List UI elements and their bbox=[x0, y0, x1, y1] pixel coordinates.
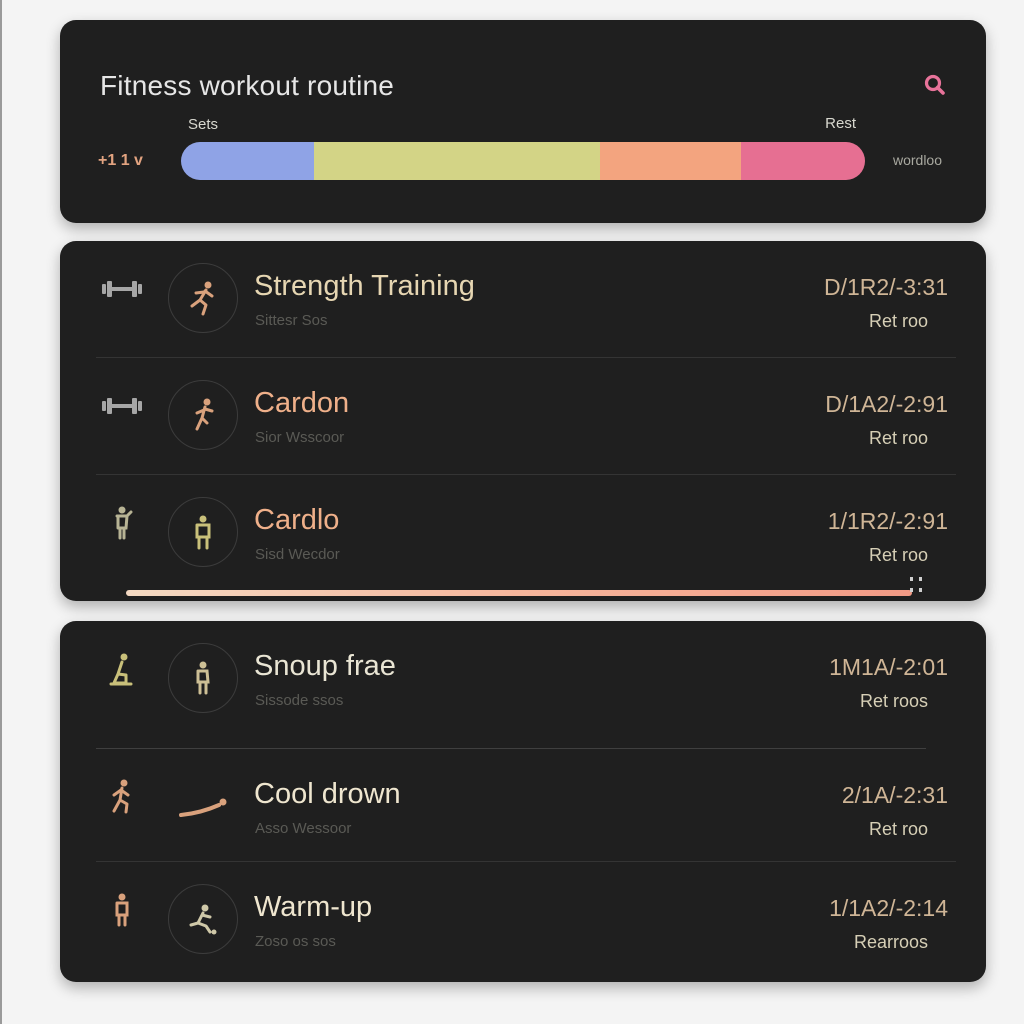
standing-figure-icon bbox=[196, 661, 210, 695]
workout-row-cardon[interactable]: Cardon Sior Wsscoor D/1A2/-2:91 Ret roo bbox=[60, 358, 986, 474]
exercise-time: 2/1A/-2:31 bbox=[841, 782, 948, 808]
exercise-avatar bbox=[168, 643, 238, 713]
squat-figure-icon bbox=[109, 653, 133, 686]
progress-segment-3 bbox=[600, 142, 741, 180]
running-figure-icon bbox=[195, 398, 214, 431]
exercise-avatar bbox=[168, 497, 238, 567]
exercise-rest: Ret roo bbox=[868, 311, 928, 331]
exercise-name: Warm-up bbox=[254, 891, 373, 923]
exercise-time: 1M1A/-2:01 bbox=[829, 654, 948, 680]
page-title: Fitness workout routine bbox=[100, 70, 395, 101]
workout-row-warm-up[interactable]: Warm-up Zoso os sos 1/1A2/-2:14 Rearroos bbox=[60, 862, 986, 978]
standing-figure-icon bbox=[115, 893, 129, 927]
bar-left-indicator: +1 1 v bbox=[98, 152, 143, 169]
exercise-rest: Ret roo bbox=[868, 545, 928, 565]
exercise-rest: Rearroos bbox=[853, 932, 928, 952]
search-icon[interactable] bbox=[922, 72, 948, 98]
exercise-rest: Ret roo bbox=[868, 819, 928, 839]
running-figure-icon bbox=[190, 281, 214, 316]
exercise-rest: Ret roos bbox=[859, 691, 928, 711]
workout-list-card-1: Strength Training Sittesr Sos D/1R2/-3:3… bbox=[60, 241, 986, 601]
exercise-name: Cardon bbox=[254, 387, 350, 419]
exercise-detail: Sissode ssos bbox=[255, 692, 344, 709]
progress-segment-2 bbox=[314, 142, 601, 180]
lying-stretch-icon bbox=[179, 798, 227, 817]
bar-right-label: wordloo bbox=[892, 152, 942, 168]
progress-segment-1 bbox=[181, 142, 315, 180]
exercise-avatar bbox=[168, 263, 238, 333]
standing-figure-icon bbox=[195, 515, 211, 550]
exercise-time: D/1R2/-3:31 bbox=[823, 274, 948, 300]
workout-row-snoup-frae[interactable]: Snoup frae Sissode ssos 1M1A/-2:01 Ret r… bbox=[60, 621, 986, 737]
workout-row-cardlo[interactable]: Cardlo Sisd Wecdor 1/1R2/-2:91 Ret roo bbox=[60, 475, 986, 591]
exercise-avatar bbox=[168, 380, 238, 450]
exercise-name: Strength Training bbox=[254, 270, 475, 302]
window-left-edge bbox=[0, 0, 2, 1024]
exercise-detail: Sisd Wecdor bbox=[255, 546, 340, 563]
progress-segment-4 bbox=[740, 142, 865, 180]
workout-list-card-2: Snoup frae Sissode ssos 1M1A/-2:01 Ret r… bbox=[60, 621, 986, 982]
exercise-time: 1/1A2/-2:14 bbox=[829, 895, 948, 921]
exercise-avatar bbox=[168, 884, 238, 954]
squat-figure-icon bbox=[189, 904, 217, 935]
workout-row-strength-training[interactable]: Strength Training Sittesr Sos D/1R2/-3:3… bbox=[60, 241, 986, 357]
scroll-handle-icon[interactable] bbox=[908, 575, 926, 597]
running-figure-icon bbox=[112, 779, 130, 814]
routine-progress-bar[interactable] bbox=[181, 142, 865, 180]
dumbbell-icon bbox=[102, 281, 142, 297]
exercise-name: Snoup frae bbox=[254, 650, 396, 682]
horizontal-scrollbar[interactable] bbox=[126, 590, 912, 596]
exercise-detail: Sior Wsscoor bbox=[255, 429, 345, 446]
exercise-time: 1/1R2/-2:91 bbox=[827, 508, 948, 534]
workout-row-cool-drown[interactable]: Cool drown Asso Wessoor 2/1A/-2:31 Ret r… bbox=[60, 749, 986, 865]
standing-figure-icon bbox=[115, 506, 133, 540]
bar-end-label: Rest bbox=[825, 115, 856, 132]
exercise-detail: Zoso os sos bbox=[255, 933, 336, 950]
workout-header-card: Fitness workout routine Sets Rest +1 1 v… bbox=[60, 20, 986, 223]
bar-start-label: Sets bbox=[188, 116, 219, 133]
dumbbell-icon bbox=[102, 398, 142, 414]
exercise-detail: Asso Wessoor bbox=[255, 820, 352, 837]
exercise-time: D/1A2/-2:91 bbox=[825, 391, 948, 417]
exercise-rest: Ret roo bbox=[868, 428, 928, 448]
exercise-avatar bbox=[168, 771, 238, 841]
exercise-name: Cardlo bbox=[254, 504, 340, 536]
exercise-detail: Sittesr Sos bbox=[255, 312, 328, 329]
exercise-name: Cool drown bbox=[254, 778, 401, 810]
